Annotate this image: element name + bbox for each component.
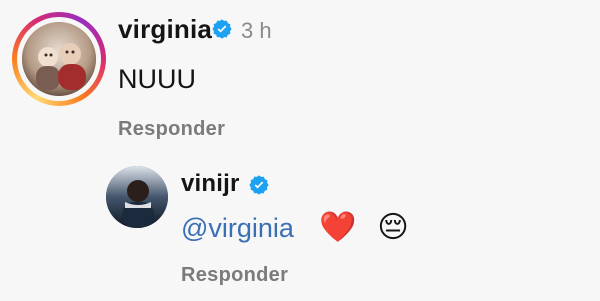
comment-username[interactable]: vinijr <box>181 170 240 198</box>
verified-badge-icon <box>249 175 269 195</box>
pensive-face-emoji: 😔 <box>377 211 409 244</box>
mention-link[interactable]: @virginia <box>181 213 294 243</box>
comment-text: @virginia ❤️ 😔 <box>181 210 409 245</box>
reply-button[interactable]: Responder <box>181 264 288 287</box>
avatar-image <box>106 166 168 228</box>
avatar[interactable] <box>106 166 168 228</box>
heart-emoji: ❤️ <box>318 211 357 244</box>
comment-vinijr: vinijr @virginia ❤️ 😔 Responder <box>0 0 600 301</box>
